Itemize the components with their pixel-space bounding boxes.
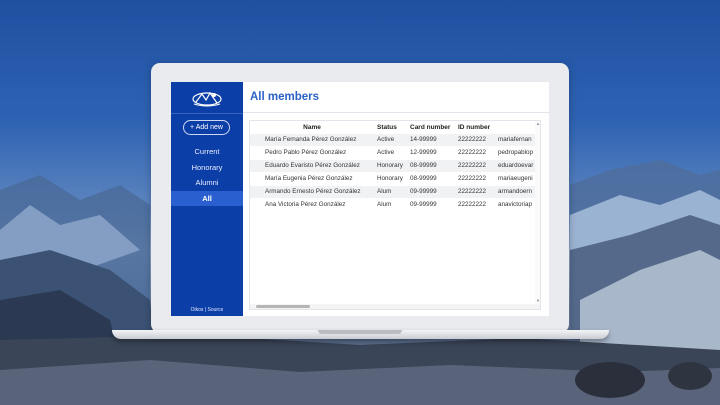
sidebar-item-current[interactable]: Current bbox=[171, 144, 243, 159]
cell-name: Ana Victoria Pérez González bbox=[265, 201, 346, 208]
logo-icon bbox=[192, 91, 222, 107]
cell-id-number: 22222222 bbox=[458, 188, 487, 195]
table-row[interactable]: María Fernanda Pérez González Active 14-… bbox=[250, 134, 540, 146]
vertical-scrollbar[interactable]: ▲ ▼ bbox=[535, 121, 540, 309]
cell-id-number: 22222222 bbox=[458, 149, 487, 156]
cell-id-number: 22222222 bbox=[458, 175, 487, 182]
cell-username: mariafernan bbox=[498, 136, 532, 143]
cell-status: Honorary bbox=[377, 162, 403, 169]
cell-id-number: 22222222 bbox=[458, 136, 487, 143]
cell-status: Honorary bbox=[377, 175, 403, 182]
column-header-card-number[interactable]: Card number bbox=[407, 121, 455, 134]
sidebar: + Add new Current Honorary Alumni All Oi… bbox=[171, 82, 243, 316]
cell-name: Armando Ernesto Pérez González bbox=[265, 188, 361, 195]
column-header-id-number[interactable]: ID number bbox=[455, 121, 495, 134]
cell-card-number: 08-99999 bbox=[410, 175, 437, 182]
add-new-button[interactable]: + Add new bbox=[183, 120, 230, 135]
cell-name: Eduardo Evaristo Pérez González bbox=[265, 162, 360, 169]
table-row[interactable]: Pedro Pablo Pérez González Active 12-999… bbox=[250, 147, 540, 159]
cell-card-number: 09-99999 bbox=[410, 188, 437, 195]
laptop-notch bbox=[318, 330, 402, 334]
cell-username: eduardoevar bbox=[498, 162, 534, 169]
table-row[interactable]: Armando Ernesto Pérez González Alum 09-9… bbox=[250, 186, 540, 198]
scroll-down-icon[interactable]: ▼ bbox=[536, 298, 540, 303]
sidebar-footer[interactable]: Oikos | Source bbox=[171, 307, 243, 313]
sidebar-item-alumni[interactable]: Alumni bbox=[171, 175, 243, 190]
sidebar-item-honorary[interactable]: Honorary bbox=[171, 160, 243, 175]
table-row[interactable]: María Eugenia Pérez González Honorary 08… bbox=[250, 173, 540, 185]
column-header-name[interactable]: Name bbox=[250, 121, 374, 134]
cell-card-number: 08-99999 bbox=[410, 162, 437, 169]
cell-id-number: 22222222 bbox=[458, 201, 487, 208]
cell-card-number: 12-99999 bbox=[410, 149, 437, 156]
cell-status: Alum bbox=[377, 201, 392, 208]
title-divider bbox=[243, 112, 549, 113]
cell-status: Active bbox=[377, 136, 395, 143]
sidebar-divider bbox=[171, 113, 243, 114]
horizontal-scrollbar[interactable] bbox=[250, 304, 540, 309]
cell-id-number: 22222222 bbox=[458, 162, 487, 169]
page-title: All members bbox=[250, 91, 320, 103]
cell-name: Pedro Pablo Pérez González bbox=[265, 149, 347, 156]
cell-status: Alum bbox=[377, 188, 392, 195]
cell-name: María Eugenia Pérez González bbox=[265, 175, 353, 182]
column-header-status[interactable]: Status bbox=[374, 121, 406, 134]
cell-card-number: 14-99999 bbox=[410, 136, 437, 143]
table-header: Name Status Card number ID number bbox=[250, 121, 540, 134]
cell-status: Active bbox=[377, 149, 395, 156]
cell-username: anavictoriap bbox=[498, 201, 532, 208]
horizontal-scroll-thumb[interactable] bbox=[256, 305, 310, 308]
cell-username: mariaeugeni bbox=[498, 175, 533, 182]
cell-card-number: 09-99999 bbox=[410, 201, 437, 208]
scroll-up-icon[interactable]: ▲ bbox=[536, 121, 540, 126]
sidebar-item-all[interactable]: All bbox=[171, 191, 243, 206]
cell-username: pedropablop bbox=[498, 149, 534, 156]
app-screen: + Add new Current Honorary Alumni All Oi… bbox=[171, 82, 549, 316]
cell-username: armandoern bbox=[498, 188, 532, 195]
table-row[interactable]: Ana Victoria Pérez González Alum 09-9999… bbox=[250, 199, 540, 211]
cell-name: María Fernanda Pérez González bbox=[265, 136, 357, 143]
members-table: Name Status Card number ID number María … bbox=[249, 120, 541, 310]
table-row[interactable]: Eduardo Evaristo Pérez González Honorary… bbox=[250, 160, 540, 172]
main-panel: All members Name Status Card number ID n… bbox=[243, 82, 549, 316]
